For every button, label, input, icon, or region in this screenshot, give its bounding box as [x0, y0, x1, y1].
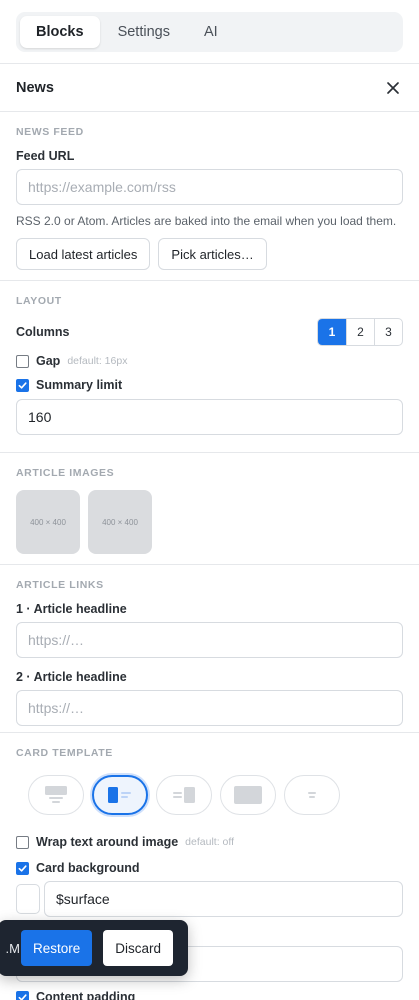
image-only-template-icon	[234, 786, 262, 804]
columns-option-1[interactable]: 1	[318, 319, 346, 345]
gap-checkbox[interactable]	[16, 354, 29, 368]
section-title-card-template: CARD TEMPLATE	[16, 747, 113, 759]
card-template-option[interactable]	[28, 775, 84, 815]
card-background-input[interactable]	[44, 881, 403, 917]
wrap-text-default-hint: default: off	[185, 836, 235, 848]
section-title-article-images: ARTICLE IMAGES	[16, 467, 115, 479]
article-link-input[interactable]	[16, 690, 403, 726]
tab-list: Blocks Settings AI	[16, 12, 403, 52]
panel-header: News	[0, 64, 419, 112]
feed-url-label: Feed URL	[16, 149, 75, 163]
discard-button[interactable]: Discard	[103, 930, 174, 966]
restore-toast: M. Restore Discard	[0, 920, 188, 976]
feed-url-hint: RSS 2.0 or Atom. Articles are baked into…	[16, 214, 397, 228]
load-latest-articles-button[interactable]: Load latest articles	[16, 238, 151, 270]
card-template-option[interactable]	[156, 775, 212, 815]
top-tabs-bar: Blocks Settings AI	[0, 0, 419, 64]
close-button[interactable]	[383, 78, 403, 98]
article-link-input[interactable]	[16, 622, 403, 658]
wrap-text-checkbox[interactable]	[16, 835, 29, 849]
card-background-label: Card background	[36, 861, 140, 875]
section-title-layout: LAYOUT	[16, 295, 62, 307]
layout-section: LAYOUT Columns 1 2 3 Gap default: 16px S…	[0, 281, 419, 453]
article-images-section: ARTICLE IMAGES 400 × 400 400 × 400	[0, 453, 419, 565]
summary-limit-input[interactable]	[16, 399, 403, 435]
summary-limit-label: Summary limit	[36, 378, 123, 392]
restore-button[interactable]: Restore	[21, 930, 93, 966]
tab-blocks[interactable]: Blocks	[20, 16, 100, 48]
news-feed-section: NEWS FEED Feed URL RSS 2.0 or Atom. Arti…	[0, 112, 419, 281]
card-template-option[interactable]	[220, 775, 276, 815]
article-image-thumbnail[interactable]: 400 × 400	[88, 490, 152, 554]
columns-option-2[interactable]: 2	[346, 319, 374, 345]
article-links-section: ARTICLE LINKS 1 · Article headline 2 · A…	[0, 565, 419, 733]
columns-option-3[interactable]: 3	[374, 319, 402, 345]
checkmark-icon	[18, 993, 27, 1000]
tab-ai[interactable]: AI	[188, 16, 234, 48]
pick-articles-button[interactable]: Pick articles…	[158, 238, 267, 270]
gap-default-hint: default: 16px	[67, 355, 128, 367]
toast-message: M.	[5, 940, 20, 956]
feed-url-input[interactable]	[16, 169, 403, 205]
article-link-label: 2 · Article headline	[16, 670, 127, 684]
section-title-news-feed: NEWS FEED	[16, 126, 84, 138]
panel-title: News	[16, 79, 54, 96]
content-padding-checkbox[interactable]	[16, 990, 29, 1000]
article-image-thumbnail[interactable]: 400 × 400	[16, 490, 80, 554]
checkmark-icon	[18, 381, 27, 389]
gap-label: Gap	[36, 354, 61, 368]
close-icon	[387, 81, 399, 94]
card-template-option[interactable]	[92, 775, 148, 815]
summary-limit-checkbox[interactable]	[16, 378, 29, 392]
article-link-label: 1 · Article headline	[16, 602, 127, 616]
checkmark-icon	[18, 864, 27, 872]
columns-segmented-control: 1 2 3	[317, 318, 403, 346]
wrap-text-label: Wrap text around image	[36, 835, 179, 849]
text-only-template-icon	[308, 792, 316, 798]
tab-settings[interactable]: Settings	[102, 16, 186, 48]
section-title-article-links: ARTICLE LINKS	[16, 579, 104, 591]
card-background-checkbox[interactable]	[16, 861, 29, 875]
content-padding-label: Content padding	[36, 990, 136, 1000]
image-left-template-icon	[108, 787, 131, 803]
card-template-option[interactable]	[284, 775, 340, 815]
image-top-template-icon	[45, 786, 67, 803]
columns-label: Columns	[16, 325, 70, 339]
image-right-template-icon	[173, 787, 195, 803]
card-background-color-swatch[interactable]	[16, 884, 40, 914]
